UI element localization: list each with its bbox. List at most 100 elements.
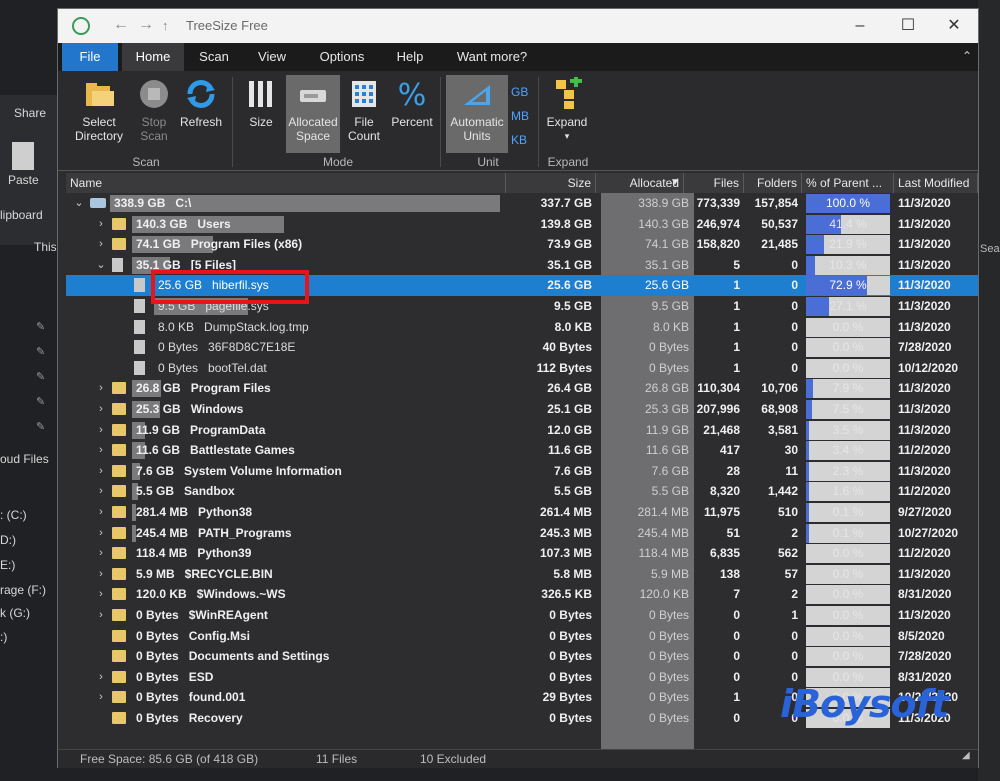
column-size[interactable]: Size <box>506 173 596 193</box>
row-name: 0 Bytes $WinREAgent <box>136 608 268 622</box>
tree-row[interactable]: ⌄ 338.9 GB C:\ 337.7 GB 338.9 GB 773,339 157,… <box>66 193 978 214</box>
explorer-paste-label[interactable]: Paste <box>8 173 39 187</box>
unit-gb-button[interactable]: GB <box>511 85 528 99</box>
row-size: 9.5 GB <box>553 299 592 313</box>
stop-scan-button[interactable]: Stop Scan <box>134 75 174 143</box>
percent-button[interactable]: % Percent <box>388 75 436 129</box>
back-arrow-icon[interactable]: ← <box>113 16 129 34</box>
tree-row[interactable]: › 120.0 KB $Windows.~WS 326.5 KB 120.0 KB 7 2… <box>66 584 978 605</box>
up-arrow-icon[interactable]: ↑ <box>162 18 169 33</box>
minimize-button[interactable]: – <box>840 13 880 39</box>
menu-file[interactable]: File <box>62 43 118 71</box>
column-pct-parent[interactable]: % of Parent ... <box>802 173 894 193</box>
explorer-nav-other[interactable]: :) <box>0 630 7 644</box>
row-last-modified: 9/27/2020 <box>898 505 952 519</box>
tree-row[interactable]: › 5.5 GB Sandbox 5.5 GB 5.5 GB 8,320 1,442 1.6… <box>66 481 978 502</box>
chevron-right-icon[interactable]: › <box>94 584 108 605</box>
menu-view[interactable]: View <box>244 43 300 71</box>
explorer-this-pc[interactable]: This <box>34 240 57 254</box>
explorer-nav-d[interactable]: D:) <box>0 533 16 547</box>
tree-row[interactable]: › 281.4 MB Python38 261.4 MB 281.4 MB 11,975… <box>66 502 978 523</box>
resize-grip-icon[interactable]: ◢ <box>962 750 970 761</box>
select-directory-button[interactable]: Select Directory <box>68 75 130 143</box>
chevron-right-icon[interactable]: › <box>94 214 108 235</box>
row-files: 0 <box>733 649 740 664</box>
automatic-units-button[interactable]: Automatic Units <box>446 75 508 153</box>
close-button[interactable]: ✕ <box>934 13 974 39</box>
menu-home[interactable]: Home <box>122 43 184 71</box>
tree-row[interactable]: › 5.9 MB $RECYCLE.BIN 5.8 MB 5.9 MB 138 57 0.0… <box>66 564 978 585</box>
tree-row[interactable]: › 11.6 GB Battlestate Games 11.6 GB 11.6 GB… <box>66 440 978 461</box>
row-name: 7.6 GB System Volume Information <box>136 463 342 478</box>
row-allocated: 5.9 MB <box>650 566 689 581</box>
tree-row[interactable]: › 25.3 GB Windows 25.1 GB 25.3 GB 207,996 68,… <box>66 399 978 420</box>
menu-help[interactable]: Help <box>382 43 438 71</box>
explorer-search-partial[interactable]: Searc <box>980 243 1000 255</box>
title-bar: ← → ↑ TreeSize Free – ☐ ✕ <box>58 9 978 43</box>
grid-icon <box>352 81 376 107</box>
explorer-nav-cloud[interactable]: oud Files <box>0 452 49 466</box>
row-files: 0 <box>733 628 740 643</box>
tree-row[interactable]: › 74.1 GB Program Files (x86) 73.9 GB 74.1 … <box>66 234 978 255</box>
chevron-down-icon[interactable]: ⌄ <box>94 255 108 276</box>
tree-row[interactable]: 8.0 KB DumpStack.log.tmp 8.0 KB 8.0 KB 1 0 0.… <box>66 317 978 338</box>
tree-row[interactable]: 0 Bytes 36F8D8C7E18E 40 Bytes 0 Bytes 1 0 0.0… <box>66 337 978 358</box>
explorer-nav-e[interactable]: E:) <box>0 558 15 572</box>
maximize-button[interactable]: ☐ <box>888 13 928 39</box>
chevron-right-icon[interactable]: › <box>94 502 108 523</box>
tree-row[interactable]: › 0 Bytes $WinREAgent 0 Bytes 0 Bytes 0 1 0.0 … <box>66 605 978 626</box>
chevron-right-icon[interactable]: › <box>94 687 108 708</box>
chevron-right-icon[interactable]: › <box>94 399 108 420</box>
tree-row[interactable]: › 118.4 MB Python39 107.3 MB 118.4 MB 6,835 5… <box>66 543 978 564</box>
column-last-modified[interactable]: Last Modified <box>894 173 978 193</box>
file-count-button[interactable]: File Count <box>342 75 386 143</box>
row-last-modified: 11/3/2020 <box>898 278 951 293</box>
chevron-right-icon[interactable]: › <box>94 667 108 688</box>
row-allocated: 74.1 GB <box>644 237 689 252</box>
explorer-nav-g[interactable]: k (G:) <box>0 606 30 620</box>
expand-button[interactable]: Expand ▾ <box>542 75 592 143</box>
tree-row[interactable]: › 140.3 GB Users 139.8 GB 140.3 GB 246,974 50… <box>66 214 978 235</box>
chevron-right-icon[interactable]: › <box>94 523 108 544</box>
explorer-nav-c[interactable]: : (C:) <box>0 508 27 522</box>
unit-mb-button[interactable]: MB <box>511 109 529 123</box>
menu-want-more[interactable]: Want more? <box>446 43 538 71</box>
chevron-right-icon[interactable]: › <box>94 420 108 441</box>
column-files[interactable]: Files <box>684 173 744 193</box>
chevron-right-icon[interactable]: › <box>94 564 108 585</box>
tree-row[interactable]: 0 Bytes Documents and Settings 0 Bytes 0 B… <box>66 646 978 667</box>
menu-scan[interactable]: Scan <box>186 43 242 71</box>
ribbon-collapse-icon[interactable]: ⌃ <box>962 49 972 63</box>
tree-row[interactable]: 0 Bytes Config.Msi 0 Bytes 0 Bytes 0 0 0.0 % 8… <box>66 626 978 647</box>
chevron-right-icon[interactable]: › <box>94 234 108 255</box>
chevron-right-icon[interactable]: › <box>94 461 108 482</box>
row-pct-parent: 0.0 % <box>832 546 864 561</box>
column-name[interactable]: Name <box>66 173 506 193</box>
row-last-modified: 11/3/2020 <box>898 566 951 581</box>
forward-arrow-icon[interactable]: → <box>138 16 154 34</box>
menu-options[interactable]: Options <box>310 43 374 71</box>
tree-row[interactable]: › 245.4 MB PATH_Programs 245.3 MB 245.4 MB 5… <box>66 523 978 544</box>
row-size: 5.5 GB <box>553 484 592 499</box>
tree-row[interactable]: 0 Bytes bootTel.dat 112 Bytes 0 Bytes 1 0 0.0… <box>66 358 978 379</box>
explorer-share-tab[interactable]: Share <box>14 106 46 120</box>
chevron-right-icon[interactable]: › <box>94 605 108 626</box>
chevron-right-icon[interactable]: › <box>94 543 108 564</box>
chevron-right-icon[interactable]: › <box>94 378 108 399</box>
row-last-modified: 11/3/2020 <box>898 216 951 231</box>
row-name: 338.9 GB C:\ <box>114 196 192 210</box>
tree-row[interactable]: › 7.6 GB System Volume Information 7.6 GB 7… <box>66 461 978 482</box>
column-folders[interactable]: Folders <box>744 173 802 193</box>
size-mode-button[interactable]: Size <box>238 75 284 129</box>
unit-kb-button[interactable]: KB <box>511 133 527 147</box>
explorer-nav-f[interactable]: rage (F:) <box>0 583 46 597</box>
tree-row[interactable]: › 26.8 GB Program Files 26.4 GB 26.8 GB 110,… <box>66 378 978 399</box>
chevron-down-icon[interactable]: ⌄ <box>72 193 86 214</box>
chevron-right-icon[interactable]: › <box>94 481 108 502</box>
row-folders: 0 <box>791 360 798 375</box>
refresh-button[interactable]: Refresh <box>176 75 226 129</box>
tree-row[interactable]: › 11.9 GB ProgramData 12.0 GB 11.9 GB 21,468… <box>66 420 978 441</box>
allocated-space-button[interactable]: Allocated Space <box>286 75 340 153</box>
chevron-right-icon[interactable]: › <box>94 440 108 461</box>
row-allocated: 140.3 GB <box>638 216 689 231</box>
